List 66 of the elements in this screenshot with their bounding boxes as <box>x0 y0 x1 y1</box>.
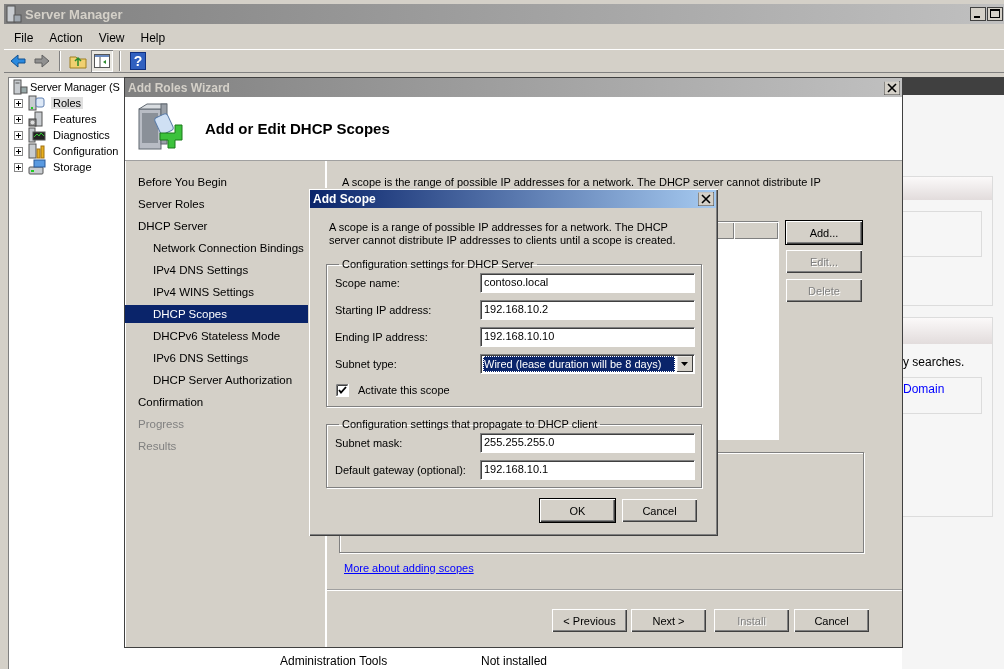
tree-item[interactable]: Server Manager (S <box>29 81 121 93</box>
field-label: Subnet mask: <box>335 437 404 449</box>
nav-button[interactable]: Next > <box>631 609 706 632</box>
dialog-button[interactable]: OK <box>540 499 615 522</box>
table-cell-text: Not installed <box>481 654 549 669</box>
expand-icon[interactable] <box>14 162 23 172</box>
field-label: Starting IP address: <box>335 304 433 316</box>
action-button[interactable]: Add... <box>786 221 862 244</box>
close-icon[interactable] <box>698 192 714 206</box>
field-label: Ending IP address: <box>335 331 429 343</box>
close-icon[interactable] <box>884 80 900 95</box>
input-field[interactable]: 192.168.10.1 <box>480 460 695 480</box>
folder-up-icon[interactable] <box>69 53 87 69</box>
menu-item[interactable]: Action <box>41 29 91 47</box>
input-field[interactable]: 192.168.10.10 <box>480 327 695 347</box>
input-field[interactable]: 255.255.255.0 <box>480 433 695 453</box>
dialog-button[interactable]: Cancel <box>622 499 697 522</box>
field-label: Subnet type: <box>335 358 398 370</box>
expand-icon[interactable] <box>14 98 23 108</box>
server-icon <box>12 79 28 95</box>
panel-text: y searches. <box>903 354 966 371</box>
page-heading: Add or Edit DHCP Scopes <box>205 120 390 137</box>
nav-button[interactable]: Cancel <box>794 609 869 632</box>
server-tools-icon <box>28 143 46 159</box>
menu-item[interactable]: Help <box>132 29 174 47</box>
input-field[interactable]: contoso.local <box>480 273 695 293</box>
menu-item[interactable]: View <box>90 29 133 47</box>
wizard-step[interactable]: Before You Begin <box>125 173 325 191</box>
dialog-title: Add Scope <box>313 192 376 206</box>
field-label: Scope name: <box>335 277 401 289</box>
description-text: A scope is a range of possible IP addresses for a network. The DHCP server cannot distribute IP addresses to clients until a scope is created. <box>328 221 677 247</box>
field-label: Default gateway (optional): <box>335 464 467 476</box>
domain-link[interactable]: Domain <box>903 382 945 396</box>
maximize-icon[interactable] <box>987 7 1003 21</box>
checkbox-label[interactable]: Activate this scope <box>358 384 450 396</box>
expand-icon[interactable] <box>14 114 23 124</box>
input-field[interactable]: 192.168.10.2 <box>480 300 695 320</box>
nav-button[interactable]: < Previous <box>552 609 627 632</box>
window-title: Add Roles Wizard <box>128 80 230 95</box>
help-icon[interactable]: ? <box>130 52 146 70</box>
expand-icon[interactable] <box>14 130 23 140</box>
console-tree-icon[interactable] <box>94 54 110 68</box>
tree-item[interactable]: Storage <box>51 161 94 173</box>
storage-icon <box>28 159 46 175</box>
server-icon <box>28 111 46 127</box>
description-text: A scope is the range of possible IP addresses for a network. The DHCP server cannot distribute IP <box>342 176 822 189</box>
dropdown-field[interactable]: Wired (lease duration will be 8 days) <box>480 354 695 374</box>
dropdown-arrow-icon[interactable] <box>677 356 693 372</box>
group-label: Configuration settings for DHCP Server <box>341 258 535 270</box>
monitor-icon <box>28 127 46 143</box>
tree-item[interactable]: Features <box>51 113 99 125</box>
back-arrow-icon[interactable] <box>10 53 26 69</box>
table-cell-text: Administration Tools <box>280 654 389 669</box>
server-icon <box>6 5 22 23</box>
menu-item[interactable]: File <box>6 29 42 47</box>
server-icon <box>28 95 46 111</box>
tree-item[interactable]: Diagnostics <box>51 129 112 141</box>
minimize-icon[interactable] <box>970 7 986 21</box>
expand-icon[interactable] <box>14 146 23 156</box>
help-link[interactable]: More about adding scopes <box>344 562 474 574</box>
group-label: Configuration settings that propagate to DHCP client <box>341 418 599 430</box>
column-header[interactable] <box>734 222 778 239</box>
tree-item[interactable]: Configuration <box>51 145 121 157</box>
window-title: Server Manager <box>25 6 123 22</box>
checkbox[interactable] <box>336 383 349 397</box>
tree-item[interactable]: Roles <box>51 97 84 109</box>
